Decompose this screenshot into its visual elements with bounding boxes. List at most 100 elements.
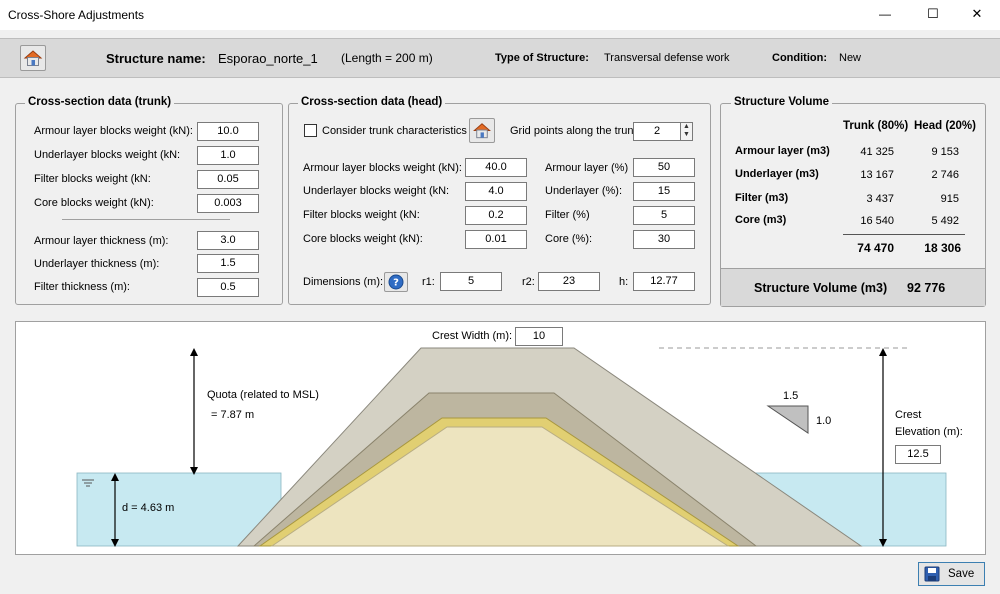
- head-armour-pct-input[interactable]: 50: [633, 158, 695, 177]
- structure-name-value: Esporao_norte_1: [218, 51, 318, 66]
- minimize-button[interactable]: —: [862, 7, 908, 37]
- consider-trunk-label: Consider trunk characteristics: [322, 125, 467, 137]
- close-button[interactable]: ✕: [954, 6, 1000, 36]
- home-button[interactable]: [20, 45, 46, 71]
- head-armour-pct-label: Armour layer (%): [545, 162, 629, 174]
- head-filter-pct-input[interactable]: 5: [633, 206, 695, 225]
- head-underlayer-weight-input[interactable]: 4.0: [465, 182, 527, 201]
- volume-col-head: Head (20%): [914, 120, 976, 132]
- volume-filter-head: 915: [940, 193, 959, 205]
- volume-total-separator: [843, 234, 965, 235]
- volume-filter-trunk: 3 437: [866, 193, 894, 205]
- trunk-filter-thickness-input[interactable]: 0.5: [197, 278, 259, 297]
- cross-section-diagram: Crest Width (m): 10 Quota (related to MS…: [15, 321, 986, 555]
- volume-core-trunk: 16 540: [860, 215, 894, 227]
- save-label: Save: [948, 568, 975, 580]
- slope-vertical-label: 1.0: [816, 415, 832, 427]
- head-core-weight-input[interactable]: 0.01: [465, 230, 527, 249]
- trunk-underlayer-thickness-label: Underlayer thickness (m):: [34, 258, 160, 270]
- head-filter-weight-label: Filter blocks weight (kN:: [303, 209, 420, 221]
- volume-underlayer-trunk: 13 167: [860, 169, 894, 181]
- help-icon: ?: [388, 274, 404, 290]
- head-underlayer-weight-label: Underlayer blocks weight (kN:: [303, 185, 450, 197]
- consider-trunk-checkbox[interactable]: [304, 124, 317, 137]
- trunk-underlayer-weight-input[interactable]: 1.0: [197, 146, 259, 165]
- volume-underlayer-head: 2 746: [931, 169, 959, 181]
- crest-width-input[interactable]: 10: [515, 327, 563, 346]
- grid-points-label: Grid points along the trunk: [510, 125, 640, 137]
- structure-volume-bar: Structure Volume (m3) 92 776: [721, 268, 985, 306]
- r1-input[interactable]: 5: [440, 272, 502, 291]
- trunk-underlayer-weight-label: Underlayer blocks weight (kN:: [34, 149, 181, 161]
- head-underlayer-pct-input[interactable]: 15: [633, 182, 695, 201]
- maximize-button[interactable]: ☐: [910, 6, 956, 36]
- crest-elevation-label-1: Crest: [895, 409, 922, 421]
- volume-filter-label: Filter (m3): [735, 192, 789, 204]
- crest-elevation-input[interactable]: 12.5: [895, 445, 941, 464]
- window-title: Cross-Shore Adjustments: [8, 8, 145, 22]
- quota-label: Quota (related to MSL): [207, 389, 319, 401]
- grid-points-spinner[interactable]: ▲ ▼: [680, 122, 693, 141]
- volume-armour-head: 9 153: [931, 146, 959, 158]
- volume-armour-trunk: 41 325: [860, 146, 894, 158]
- quota-value: = 7.87 m: [211, 409, 255, 421]
- spin-up-icon[interactable]: ▲: [681, 123, 692, 131]
- condition-value: New: [839, 52, 862, 64]
- head-core-pct-label: Core (%):: [545, 233, 593, 245]
- structure-volume-value: 92 776: [907, 281, 946, 295]
- volume-underlayer-label: Underlayer (m3): [735, 168, 819, 180]
- structure-type-value: Transversal defense work: [604, 52, 730, 64]
- head-filter-pct-label: Filter (%): [545, 209, 590, 221]
- depth-label: d = 4.63 m: [122, 502, 175, 514]
- trunk-core-weight-label: Core blocks weight (kN):: [34, 197, 154, 209]
- svg-text:?: ?: [393, 278, 399, 289]
- spin-down-icon[interactable]: ▼: [681, 131, 692, 139]
- h-input[interactable]: 12.77: [633, 272, 695, 291]
- home-icon: [23, 50, 43, 66]
- crest-elevation-label-2: Elevation (m):: [895, 426, 963, 438]
- slope-triangle: [766, 405, 809, 434]
- quota-arrow: [190, 348, 198, 475]
- r1-label: r1:: [422, 276, 435, 288]
- structure-name-label: Structure name:: [106, 51, 206, 66]
- trunk-core-weight-input[interactable]: 0.003: [197, 194, 259, 213]
- cross-section-svg: [76, 347, 947, 547]
- save-button[interactable]: Save: [918, 562, 985, 586]
- volume-group-title: Structure Volume: [731, 96, 832, 108]
- structure-length: (Length = 200 m): [341, 51, 433, 65]
- crest-width-label: Crest Width (m):: [432, 330, 513, 342]
- trunk-armour-thickness-label: Armour layer thickness (m):: [34, 235, 169, 247]
- head-armour-weight-label: Armour layer blocks weight (kN):: [303, 162, 462, 174]
- volume-core-label: Core (m3): [735, 214, 787, 226]
- condition-label: Condition:: [772, 52, 827, 64]
- volume-core-head: 5 492: [931, 215, 959, 227]
- volume-total-trunk: 74 470: [857, 241, 894, 255]
- trunk-armour-weight-input[interactable]: 10.0: [197, 122, 259, 141]
- trunk-filter-weight-input[interactable]: 0.05: [197, 170, 259, 189]
- trunk-underlayer-thickness-input[interactable]: 1.5: [197, 254, 259, 273]
- volume-armour-label: Armour layer (m3): [735, 145, 830, 157]
- trunk-armour-thickness-input[interactable]: 3.0: [197, 231, 259, 250]
- structure-type-label: Type of Structure:: [495, 52, 589, 64]
- head-core-pct-input[interactable]: 30: [633, 230, 695, 249]
- h-label: h:: [619, 276, 629, 288]
- dimensions-label: Dimensions (m):: [303, 276, 384, 288]
- r2-input[interactable]: 23: [538, 272, 600, 291]
- head-filter-weight-input[interactable]: 0.2: [465, 206, 527, 225]
- dimensions-help-button[interactable]: ?: [384, 272, 408, 292]
- trunk-separator: [62, 219, 230, 220]
- volume-col-trunk: Trunk (80%): [843, 120, 909, 132]
- head-armour-weight-input[interactable]: 40.0: [465, 158, 527, 177]
- title-bar: Cross-Shore Adjustments — ☐ ✕: [0, 0, 1000, 30]
- head-core-weight-label: Core blocks weight (kN):: [303, 233, 423, 245]
- structure-volume-label: Structure Volume (m3): [754, 281, 888, 295]
- grid-points-input[interactable]: 2: [633, 122, 681, 141]
- home-icon: [473, 123, 491, 139]
- head-underlayer-pct-label: Underlayer (%):: [545, 185, 623, 197]
- trunk-armour-weight-label: Armour layer blocks weight (kN):: [34, 125, 193, 137]
- floppy-disk-icon: [924, 566, 940, 582]
- trunk-filter-weight-label: Filter blocks weight (kN:: [34, 173, 151, 185]
- copy-trunk-button[interactable]: [469, 118, 495, 143]
- trunk-group-title: Cross-section data (trunk): [25, 96, 175, 108]
- r2-label: r2:: [522, 276, 535, 288]
